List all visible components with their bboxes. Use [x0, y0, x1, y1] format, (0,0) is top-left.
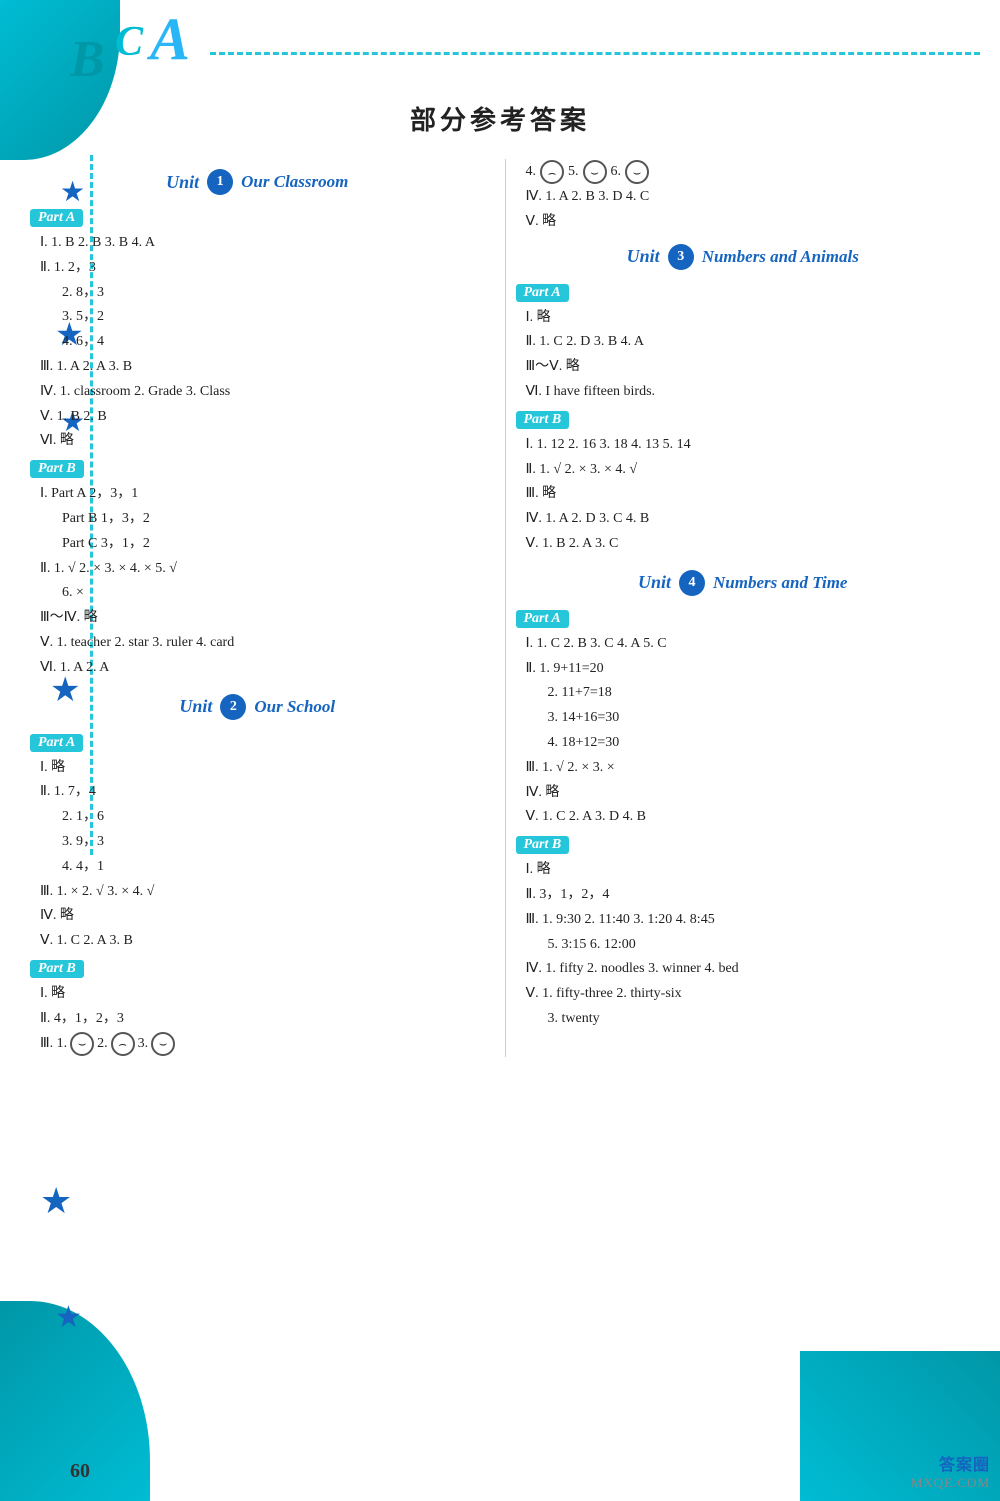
u1pb-i: Ⅰ. Part A 2，3，1: [40, 482, 485, 506]
main-content: 部分参考答案 Unit 1 Our Classroom Part A Ⅰ. 1.…: [0, 0, 1000, 1117]
u1pa-ii: Ⅱ. 1. 2，3: [40, 256, 485, 280]
r-extra-v: Ⅴ. 略: [526, 210, 971, 234]
unit1-parta-label: Part A: [30, 209, 83, 227]
unit1-num: 1: [207, 169, 233, 195]
u3pa-ii: Ⅱ. 1. C 2. D 3. B 4. A: [526, 330, 971, 354]
u3pb-iv: Ⅳ. 1. A 2. D 3. C 4. B: [526, 507, 971, 531]
unit2-subtitle: Our School: [254, 697, 335, 717]
u1pa-iii: Ⅲ. 1. A 2. A 3. B: [40, 355, 485, 379]
u2pa-ii-3: 3. 9，3: [62, 830, 485, 854]
u4pa-iii: Ⅲ. 1. √ 2. × 3. ×: [526, 756, 971, 780]
unit2-partb-label: Part B: [30, 960, 84, 978]
u4pa-ii-3: 3. 14+16=30: [548, 706, 971, 730]
unit1-partb-label: Part B: [30, 460, 84, 478]
face-sad-r1: ⌢: [540, 160, 564, 184]
face-happy-r1: ⌣: [583, 160, 607, 184]
u2pa-ii-2: 2. 1，6: [62, 805, 485, 829]
u4pa-i: Ⅰ. 1. C 2. B 3. C 4. A 5. C: [526, 632, 971, 656]
face-sad-1: ⌢: [111, 1032, 135, 1056]
u2pa-iii: Ⅲ. 1. × 2. √ 3. × 4. √: [40, 880, 485, 904]
u3pb-i: Ⅰ. 1. 12 2. 16 3. 18 4. 13 5. 14: [526, 433, 971, 457]
u2pb-ii: Ⅱ. 4，1，2，3: [40, 1007, 485, 1031]
u4pb-v-2: 3. twenty: [548, 1007, 971, 1031]
u1pa-iv: Ⅳ. 1. classroom 2. Grade 3. Class: [40, 380, 485, 404]
u2pb-iii: Ⅲ. 1. ⌣ 2. ⌢ 3. ⌣: [40, 1032, 485, 1056]
watermark: 答案圈 MXQE.COM: [911, 1451, 990, 1491]
u3pa-i: Ⅰ. 略: [526, 306, 971, 330]
u3pb-ii: Ⅱ. 1. √ 2. × 3. × 4. √: [526, 458, 971, 482]
u4pa-ii-2: 2. 11+7=18: [548, 681, 971, 705]
face-happy-2: ⌣: [151, 1032, 175, 1056]
unit1-subtitle: Our Classroom: [241, 172, 348, 192]
unit2-title: Unit 2 Our School: [30, 694, 485, 720]
u1pb-v: Ⅴ. 1. teacher 2. star 3. ruler 4. card: [40, 631, 485, 655]
u2pb-i: Ⅰ. 略: [40, 982, 485, 1006]
unit2-parta-label: Part A: [30, 734, 83, 752]
u1pa-v: Ⅴ. 1. B 2. B: [40, 405, 485, 429]
u1pa-ii-4: 4. 6，4: [62, 330, 485, 354]
u3pa-iii-v: Ⅲ～Ⅴ. 略: [526, 355, 971, 379]
r-extra-4: 4. ⌢ 5. ⌣ 6. ⌣: [526, 160, 971, 184]
u4pa-iv: Ⅳ. 略: [526, 781, 971, 805]
u1pa-ii-2: 2. 8，3: [62, 281, 485, 305]
u1pb-ii: Ⅱ. 1. √ 2. × 3. × 4. × 5. √: [40, 557, 485, 581]
unit4-title: Unit 4 Numbers and Time: [516, 570, 971, 596]
u3pb-iii: Ⅲ. 略: [526, 482, 971, 506]
face-happy-r2: ⌣: [625, 160, 649, 184]
u4pb-iii-2: 5. 3:15 6. 12:00: [548, 933, 971, 957]
right-column: 4. ⌢ 5. ⌣ 6. ⌣ Ⅳ. 1. A 2. B 3. D 4. C Ⅴ.…: [505, 159, 971, 1057]
unit4-parta-label: Part A: [516, 610, 569, 628]
u2pa-iv: Ⅳ. 略: [40, 904, 485, 928]
u4pb-i: Ⅰ. 略: [526, 858, 971, 882]
watermark-name: 答案圈: [911, 1451, 990, 1475]
u3pb-v: Ⅴ. 1. B 2. A 3. C: [526, 532, 971, 556]
unit2-word: Unit: [179, 696, 212, 717]
u4pb-ii: Ⅱ. 3，1，2，4: [526, 883, 971, 907]
u2pa-i: Ⅰ. 略: [40, 756, 485, 780]
unit4-word: Unit: [638, 572, 671, 593]
u1pb-i-2: Part B 1，3，2: [62, 507, 485, 531]
u2pa-ii: Ⅱ. 1. 7，4: [40, 780, 485, 804]
unit4-partb-label: Part B: [516, 836, 570, 854]
r-extra-iv: Ⅳ. 1. A 2. B 3. D 4. C: [526, 185, 971, 209]
u1pb-ii-2: 6. ×: [62, 581, 485, 605]
unit4-subtitle: Numbers and Time: [713, 573, 847, 593]
u4pb-v: Ⅴ. 1. fifty-three 2. thirty-six: [526, 982, 971, 1006]
u4pb-iv: Ⅳ. 1. fifty 2. noodles 3. winner 4. bed: [526, 957, 971, 981]
u4pa-ii: Ⅱ. 1. 9+11=20: [526, 657, 971, 681]
u1pa-ii-3: 3. 5，2: [62, 305, 485, 329]
u4pa-v: Ⅴ. 1. C 2. A 3. D 4. B: [526, 805, 971, 829]
star-icon-6: ★: [55, 1300, 82, 1335]
two-column-layout: Unit 1 Our Classroom Part A Ⅰ. 1. B 2. B…: [30, 159, 970, 1057]
u3pa-vi: Ⅵ. I have fifteen birds.: [526, 380, 971, 404]
unit3-num: 3: [668, 244, 694, 270]
unit3-subtitle: Numbers and Animals: [702, 247, 859, 267]
page-number: 60: [70, 1460, 90, 1483]
u2pa-ii-4: 4. 4，1: [62, 855, 485, 879]
unit3-word: Unit: [627, 246, 660, 267]
u2pb-iii-label: Ⅲ. 1.: [40, 1032, 67, 1056]
unit3-title: Unit 3 Numbers and Animals: [516, 244, 971, 270]
unit3-parta-label: Part A: [516, 284, 569, 302]
unit1-word: Unit: [166, 172, 199, 193]
unit2-num: 2: [220, 694, 246, 720]
u1pb-i-3: Part C 3，1，2: [62, 532, 485, 556]
page-title: 部分参考答案: [30, 100, 970, 137]
u1pb-vi: Ⅵ. 1. A 2. A: [40, 656, 485, 680]
star-icon-5: ★: [40, 1180, 72, 1222]
u2pa-v: Ⅴ. 1. C 2. A 3. B: [40, 929, 485, 953]
u1pa-vi: Ⅵ. 略: [40, 429, 485, 453]
u1pa-i: Ⅰ. 1. B 2. B 3. B 4. A: [40, 231, 485, 255]
unit1-title: Unit 1 Our Classroom: [30, 169, 485, 195]
unit3-partb-label: Part B: [516, 411, 570, 429]
u4pa-ii-4: 4. 18+12=30: [548, 731, 971, 755]
watermark-url: MXQE.COM: [911, 1475, 990, 1491]
u4pb-iii: Ⅲ. 1. 9:30 2. 11:40 3. 1:20 4. 8:45: [526, 908, 971, 932]
face-happy-1: ⌣: [70, 1032, 94, 1056]
left-column: Unit 1 Our Classroom Part A Ⅰ. 1. B 2. B…: [30, 159, 495, 1057]
u1pb-iii-iv: Ⅲ～Ⅳ. 略: [40, 606, 485, 630]
unit4-num: 4: [679, 570, 705, 596]
